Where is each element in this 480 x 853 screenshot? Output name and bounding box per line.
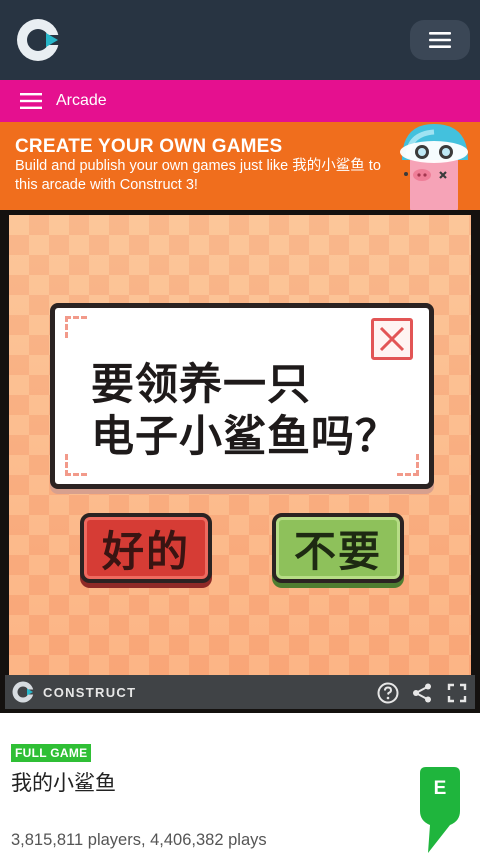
fullscreen-icon[interactable] xyxy=(446,682,468,704)
yes-button[interactable]: 好的 xyxy=(80,513,212,583)
share-icon[interactable] xyxy=(411,682,433,704)
help-icon[interactable] xyxy=(377,682,399,704)
hamburger-icon xyxy=(429,32,451,48)
player-toolbar: CONSTRUCT xyxy=(5,675,475,709)
question-text-line-2: 电子小鲨鱼吗？ xyxy=(91,412,399,462)
dialog-corner-decoration xyxy=(65,316,87,338)
question-dialog: 要领养一只 电子小鲨鱼吗？ xyxy=(50,303,434,489)
promo-body: Build and publish your own games just li… xyxy=(15,158,381,193)
dialog-corner-decoration xyxy=(65,454,87,476)
construct-brand-label: CONSTRUCT xyxy=(43,684,137,700)
construct-logo-icon[interactable] xyxy=(11,680,35,704)
arcade-nav-label: Arcade xyxy=(56,92,107,109)
promo-title: CREATE YOUR OWN GAMES xyxy=(15,136,283,157)
pig-mascot-icon xyxy=(400,124,468,210)
rating-letter: E xyxy=(434,778,447,799)
create-games-promo-banner[interactable]: CREATE YOUR OWN GAMES Build and publish … xyxy=(0,122,480,210)
esrb-e-rating-icon[interactable]: E xyxy=(420,767,460,853)
dialog-close-button[interactable] xyxy=(371,318,413,360)
game-frame: 要领养一只 电子小鲨鱼吗？ 好的 不要 CONSTRUCT xyxy=(0,210,480,713)
construct-logo-icon[interactable] xyxy=(14,16,62,64)
dialog-corner-decoration xyxy=(397,454,419,476)
hamburger-icon xyxy=(20,93,42,109)
arcade-nav-bar[interactable]: Arcade xyxy=(0,80,480,122)
game-canvas[interactable]: 要领养一只 电子小鲨鱼吗？ 好的 不要 xyxy=(9,215,471,675)
main-menu-button[interactable] xyxy=(410,20,470,60)
close-x-icon xyxy=(379,326,405,352)
top-header xyxy=(0,0,480,80)
game-stats: 3,815,811 players, 4,406,382 plays xyxy=(11,831,267,849)
no-button[interactable]: 不要 xyxy=(272,513,404,583)
full-game-badge: FULL GAME xyxy=(11,744,92,762)
game-title: 我的小鲨鱼 xyxy=(11,771,116,795)
